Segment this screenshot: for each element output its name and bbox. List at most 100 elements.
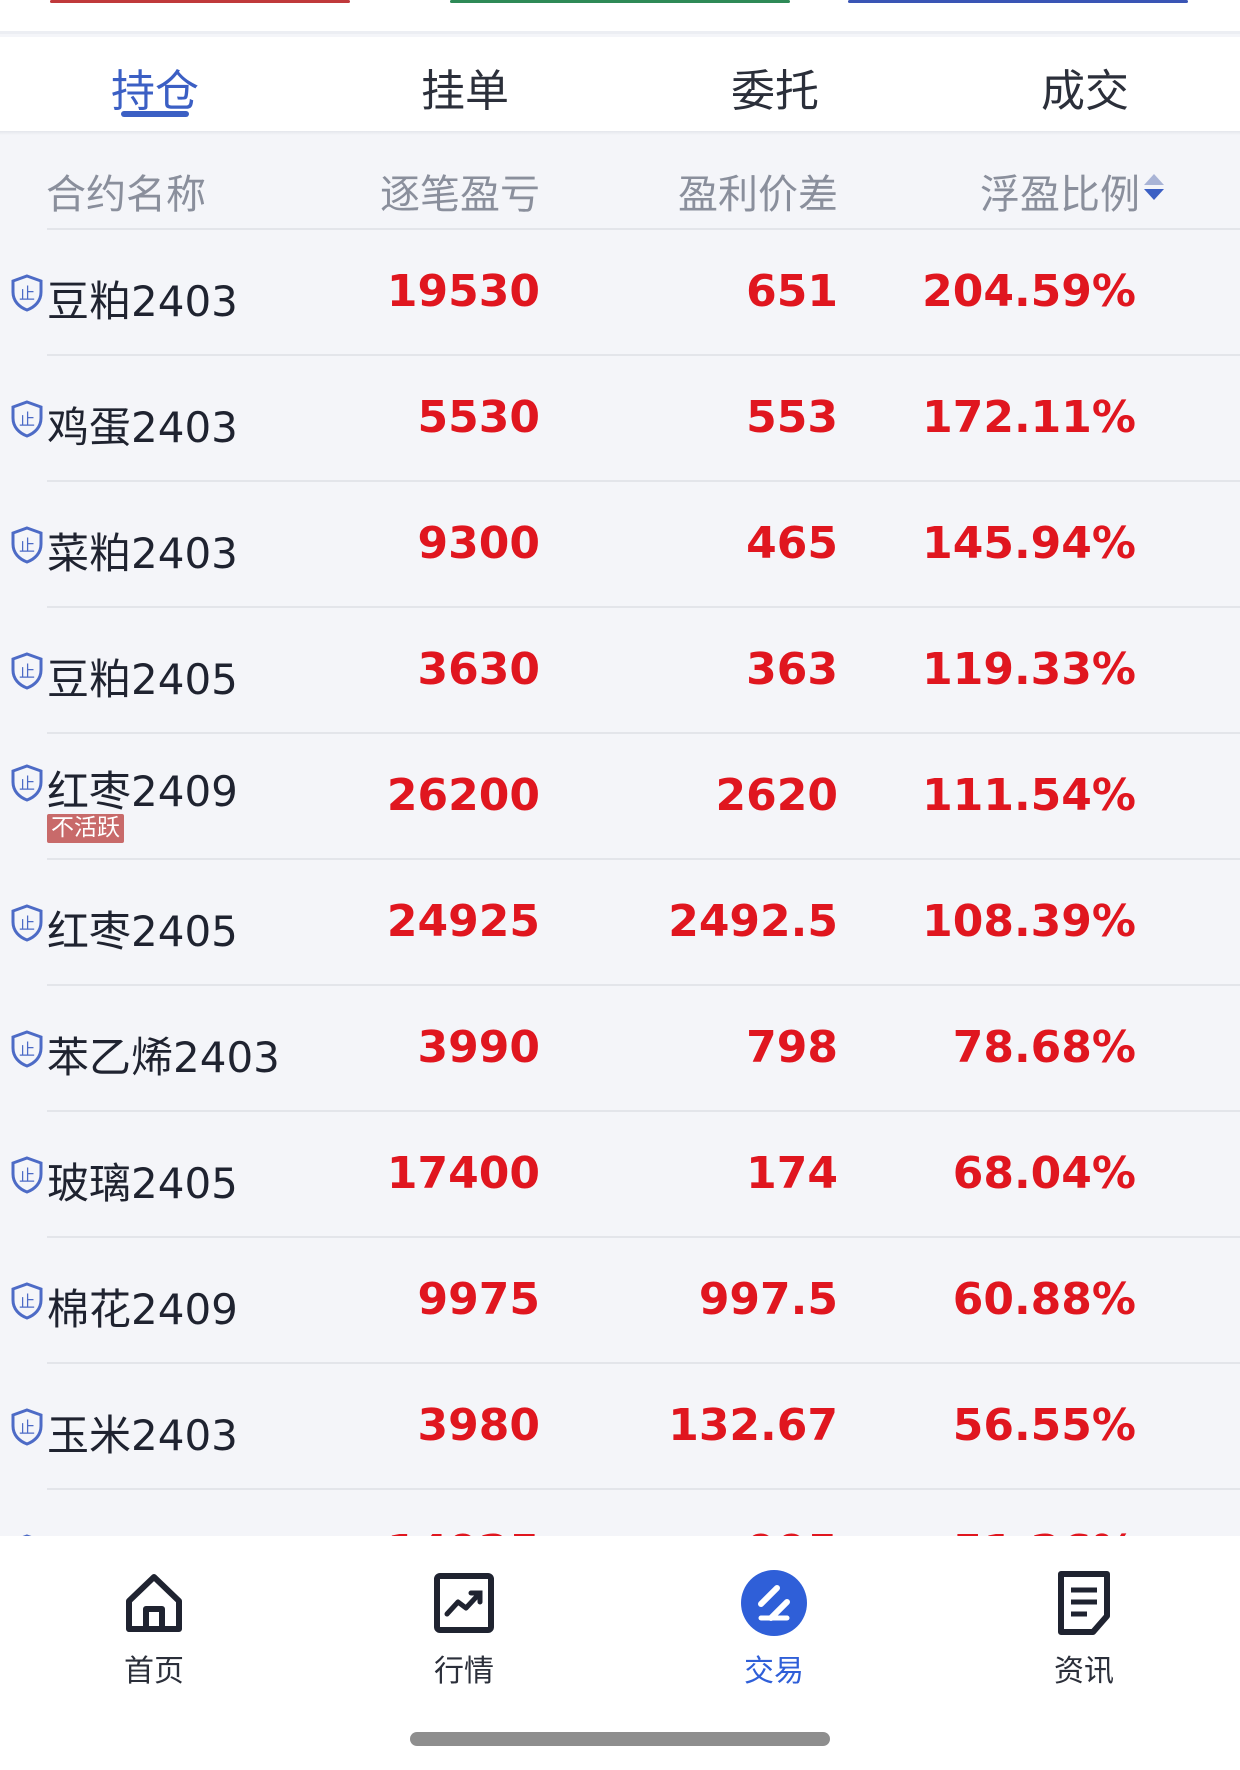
contract-name: 豆粕2405 [47, 655, 238, 704]
price-diff-value: 553 [746, 392, 838, 443]
svg-text:止: 止 [19, 1166, 35, 1185]
table-row[interactable]: 止红枣2409 不活跃 26200 2620 111.54% [0, 734, 1240, 860]
tab-orders[interactable]: 委托 [620, 37, 930, 131]
nav-market[interactable]: 行情 [364, 1568, 564, 1690]
profit-ratio-value: 108.39% [922, 896, 1136, 947]
nav-home[interactable]: 首页 [54, 1568, 254, 1690]
nav-label: 资讯 [1054, 1654, 1114, 1689]
svg-text:止: 止 [19, 914, 35, 933]
contract-name: 菜粕2403 [47, 529, 238, 578]
price-diff-value: 2620 [715, 770, 838, 821]
profit-ratio-value: 78.68% [952, 1022, 1136, 1073]
table-row[interactable]: 止菜粕2403 9300 465 145.94% [0, 482, 1240, 608]
price-diff-value: 651 [746, 266, 838, 317]
pnl-value: 19530 [386, 266, 540, 317]
nav-news[interactable]: 资讯 [984, 1568, 1184, 1690]
nav-label: 行情 [434, 1654, 494, 1689]
sort-icon[interactable] [1142, 170, 1166, 204]
profit-ratio-value: 119.33% [922, 644, 1136, 695]
position-tabs: 持仓 挂单 委托 成交 [0, 37, 1240, 131]
contract-name: 鸡蛋2403 [47, 403, 238, 452]
chart-icon [434, 1573, 494, 1633]
tab-positions[interactable]: 持仓 [0, 37, 310, 131]
contract-name: 棉花2409 [47, 1285, 238, 1334]
tab-label: 成交 [1041, 66, 1129, 117]
table-row[interactable]: 止玻璃2405 17400 174 68.04% [0, 1112, 1240, 1238]
tab-pending-orders[interactable]: 挂单 [310, 37, 620, 131]
strip-line-red [50, 0, 350, 3]
nav-label: 交易 [744, 1654, 804, 1689]
profit-ratio-value: 172.11% [922, 392, 1136, 443]
stop-loss-icon[interactable]: 止 [10, 1282, 44, 1320]
nav-label: 首页 [124, 1654, 184, 1689]
table-row[interactable]: 止棉花24051492599551.26% [0, 1490, 1240, 1536]
pnl-value: 9975 [417, 1274, 540, 1325]
stop-loss-icon[interactable]: 止 [10, 1156, 44, 1194]
stop-loss-icon[interactable]: 止 [10, 1408, 44, 1446]
stop-loss-icon[interactable]: 止 [10, 652, 44, 690]
stop-loss-icon[interactable]: 止 [10, 526, 44, 564]
svg-text:止: 止 [19, 536, 35, 555]
tab-trades[interactable]: 成交 [930, 37, 1240, 131]
table-row[interactable]: 止玉米2403 3980 132.67 56.55% [0, 1364, 1240, 1490]
tab-active-indicator [121, 111, 189, 117]
table-row[interactable]: 止豆粕2403 19530 651 204.59% [0, 230, 1240, 356]
svg-text:止: 止 [19, 662, 35, 681]
table-row[interactable]: 止鸡蛋2403 5530 553 172.11% [0, 356, 1240, 482]
news-icon [1058, 1571, 1110, 1635]
svg-text:止: 止 [19, 1040, 35, 1059]
stop-loss-icon[interactable]: 止 [10, 274, 44, 312]
contract-name: 苯乙烯2403 [47, 1033, 280, 1082]
svg-text:止: 止 [19, 410, 35, 429]
home-indicator[interactable] [410, 1732, 830, 1746]
contract-name: 红枣2409 [47, 767, 238, 816]
profit-ratio-value: 56.55% [952, 1400, 1136, 1451]
contract-name: 红枣2405 [47, 907, 238, 956]
pnl-value: 3980 [417, 1400, 540, 1451]
pnl-value: 26200 [386, 770, 540, 821]
header-profit-ratio[interactable]: 浮盈比例 [980, 162, 1140, 220]
profit-ratio-value: 68.04% [952, 1148, 1136, 1199]
svg-text:止: 止 [19, 1292, 35, 1311]
tab-label: 持仓 [111, 66, 199, 117]
svg-text:止: 止 [19, 284, 35, 303]
contract-name: 棉花2405 [47, 1528, 238, 1536]
contract-name: 玻璃2405 [47, 1159, 238, 1208]
table-row[interactable]: 止红枣2405 24925 2492.5 108.39% [0, 860, 1240, 986]
pnl-value: 24925 [386, 896, 540, 947]
nav-trade[interactable]: 交易 [674, 1568, 874, 1690]
header-price-diff: 盈利价差 [678, 172, 838, 218]
pnl-value: 3630 [417, 644, 540, 695]
pnl-value: 5530 [417, 392, 540, 443]
tab-shadow [0, 131, 1240, 135]
strip-line-blue [848, 0, 1188, 3]
table-row[interactable]: 止豆粕2405 3630 363 119.33% [0, 608, 1240, 734]
profit-ratio-value: 60.88% [952, 1274, 1136, 1325]
stop-loss-icon[interactable]: 止 [10, 764, 44, 802]
positions-list: 止豆粕2403 19530 651 204.59% 止鸡蛋2403 5530 553 172.… [0, 230, 1240, 1536]
stop-loss-icon[interactable]: 止 [10, 400, 44, 438]
stop-loss-icon[interactable]: 止 [10, 904, 44, 942]
table-row[interactable]: 止棉花2409 9975 997.5 60.88% [0, 1238, 1240, 1364]
price-diff-value: 174 [746, 1148, 838, 1199]
top-strip [0, 0, 1240, 34]
pnl-value: 9300 [417, 518, 540, 569]
profit-ratio-value: 111.54% [922, 770, 1136, 821]
price-diff-value: 132.67 [668, 1400, 838, 1451]
price-diff-value: 798 [746, 1022, 838, 1073]
header-pnl: 逐笔盈亏 [380, 172, 540, 218]
table-header: 合约名称 逐笔盈亏 盈利价差 浮盈比例 [0, 140, 1240, 228]
profit-ratio-value: 51.26% [953, 1526, 1136, 1536]
svg-text:止: 止 [19, 1418, 35, 1437]
strip-line-green [450, 0, 790, 3]
pnl-value: 17400 [386, 1148, 540, 1199]
stop-loss-icon[interactable]: 止 [10, 1030, 44, 1068]
contract-name: 豆粕2403 [47, 277, 238, 326]
profit-ratio-value: 145.94% [922, 518, 1136, 569]
contract-name: 玉米2403 [47, 1411, 238, 1460]
tab-label: 挂单 [421, 66, 509, 117]
svg-text:止: 止 [19, 774, 35, 793]
pnl-value: 14925 [387, 1526, 540, 1536]
price-diff-value: 997.5 [698, 1274, 838, 1325]
table-row[interactable]: 止苯乙烯2403 3990 798 78.68% [0, 986, 1240, 1112]
